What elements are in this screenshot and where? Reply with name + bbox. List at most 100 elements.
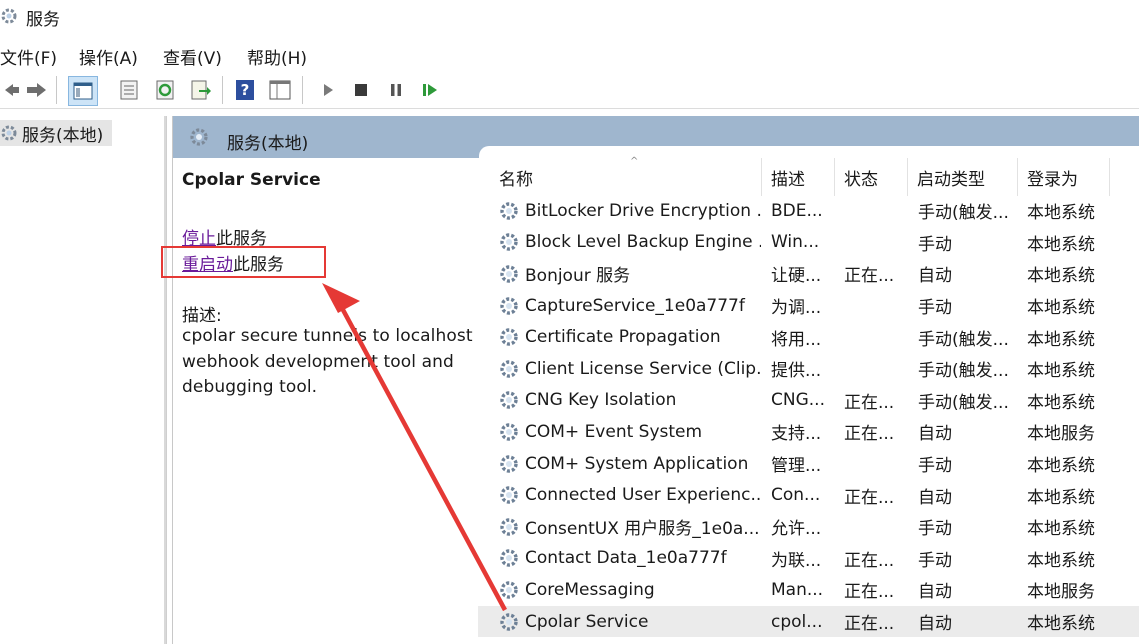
service-gear-icon — [496, 353, 522, 385]
service-name: COM+ Event System — [525, 421, 703, 442]
service-logon: 本地服务 — [1027, 424, 1095, 445]
service-description: 为联... — [771, 550, 822, 571]
service-status — [844, 353, 908, 385]
toolbar: ? — [0, 72, 1139, 109]
service-startup-type: 自动 — [918, 487, 952, 508]
service-status: 正在... — [844, 266, 895, 287]
service-name: CaptureService_1e0a777f — [525, 295, 745, 316]
table-row[interactable]: ConsentUX 用户服务_1e0a... 允许... 手动 本地系统 — [478, 511, 1139, 543]
pause-icon[interactable] — [384, 78, 408, 102]
service-startup-type: 自动 — [918, 424, 952, 445]
service-name: COM+ System Application — [525, 453, 749, 474]
service-status: 正在... — [844, 614, 895, 635]
service-name: Cpolar Service — [525, 611, 649, 632]
service-startup-type: 手动 — [918, 550, 952, 571]
service-logon: 本地系统 — [1027, 614, 1095, 635]
menu-action[interactable]: 操作(A) — [79, 44, 138, 69]
service-name: CNG Key Isolation — [525, 390, 677, 411]
service-gear-icon — [496, 227, 522, 259]
column-header-label: 描述 — [771, 169, 805, 190]
service-description: 让硬... — [771, 266, 822, 287]
column-header-description[interactable]: 描述 — [762, 158, 835, 196]
service-status: 正在... — [844, 550, 895, 571]
toolbar-separator — [56, 76, 57, 104]
table-row[interactable]: Block Level Backup Engine ... Win... 手动 本地系… — [478, 227, 1139, 259]
menu-view[interactable]: 查看(V) — [163, 44, 222, 69]
service-startup-type: 手动(触发... — [918, 329, 1009, 350]
services-gear-icon — [189, 126, 213, 152]
services-gear-icon — [0, 6, 20, 26]
service-logon: 本地系统 — [1027, 266, 1095, 287]
service-startup-type: 手动 — [918, 234, 952, 255]
service-description: BDE... — [771, 200, 823, 221]
service-logon: 本地系统 — [1027, 298, 1095, 319]
service-status — [844, 321, 908, 353]
console-tree: 服务(本地) — [0, 116, 166, 644]
column-header-name[interactable]: ^ 名称 — [490, 156, 762, 196]
back-icon[interactable] — [0, 78, 24, 102]
description-label: 描述: — [182, 306, 222, 326]
table-row[interactable]: Bonjour 服务 让硬... 正在... 自动 本地系统 — [478, 258, 1139, 290]
service-status — [844, 511, 908, 543]
table-row[interactable]: Certificate Propagation 将用... 手动(触发... 本地系统 — [478, 321, 1139, 353]
tree-item-services-local[interactable]: 服务(本地) — [0, 120, 112, 146]
service-name: Bonjour 服务 — [525, 266, 631, 287]
export-icon[interactable] — [189, 78, 213, 102]
help-icon[interactable]: ? — [233, 78, 257, 102]
stop-icon[interactable] — [349, 78, 373, 102]
service-logon: 本地系统 — [1027, 203, 1095, 224]
service-startup-type: 手动 — [918, 456, 952, 477]
toolbar-separator — [302, 76, 303, 104]
table-row[interactable]: COM+ System Application 管理... 手动 本地系统 — [478, 448, 1139, 480]
table-row[interactable]: CoreMessaging Man... 正在... 自动 本地服务 — [478, 574, 1139, 606]
service-startup-type: 手动 — [918, 519, 952, 540]
restart-icon[interactable] — [419, 78, 443, 102]
service-description: cpol... — [771, 611, 823, 632]
service-gear-icon — [496, 385, 522, 417]
table-row[interactable]: Contact Data_1e0a777f 为联... 正在... 手动 本地系统 — [478, 543, 1139, 575]
menu-help[interactable]: 帮助(H) — [247, 44, 307, 69]
service-logon: 本地系统 — [1027, 234, 1095, 255]
description-text: cpolar secure tunnels to localhost webho… — [182, 326, 473, 397]
table-row[interactable]: BitLocker Drive Encryption ... BDE... 手动(触… — [478, 195, 1139, 227]
service-logon: 本地系统 — [1027, 392, 1095, 413]
services-table: ^ 名称 描述 状态 启动类型 登录为 BitLocker Drive Encry… — [478, 156, 1139, 644]
service-description: 为调... — [771, 298, 822, 319]
sort-ascending-icon: ^ — [630, 156, 639, 167]
table-row[interactable]: COM+ Event System 支持... 正在... 自动 本地服务 — [478, 416, 1139, 448]
column-header-label: 启动类型 — [917, 169, 985, 190]
refresh-icon[interactable] — [153, 78, 177, 102]
service-startup-type: 手动(触发... — [918, 361, 1009, 382]
column-header-startup-type[interactable]: 启动类型 — [908, 158, 1018, 196]
service-logon: 本地系统 — [1027, 329, 1095, 350]
window-title: 服务 — [26, 10, 60, 30]
service-status: 正在... — [844, 424, 895, 445]
service-description: 支持... — [771, 424, 822, 445]
properties-icon[interactable] — [117, 78, 141, 102]
service-gear-icon — [496, 543, 522, 575]
table-row[interactable]: Cpolar Service cpol... 正在... 自动 本地系统 — [478, 605, 1139, 638]
view-icon[interactable] — [268, 78, 292, 102]
forward-icon[interactable] — [24, 78, 48, 102]
start-icon[interactable] — [316, 78, 340, 102]
service-description: Man... — [771, 579, 824, 600]
console-tree-icon[interactable] — [68, 76, 98, 106]
table-row[interactable]: CNG Key Isolation CNG... 正在... 手动(触发... 本地系统 — [478, 385, 1139, 417]
table-row[interactable]: Client License Service (Clip... 提供... 手动(触… — [478, 353, 1139, 385]
service-description: CNG... — [771, 390, 825, 411]
service-description: 管理... — [771, 456, 822, 477]
service-status: 正在... — [844, 582, 895, 603]
table-row[interactable]: CaptureService_1e0a777f 为调... 手动 本地系统 — [478, 290, 1139, 322]
column-header-logon[interactable]: 登录为 — [1018, 158, 1110, 196]
service-status — [844, 448, 908, 480]
menu-file[interactable]: 文件(F) — [0, 44, 57, 69]
menu-bar: 文件(F) 操作(A) 查看(V) 帮助(H) — [0, 38, 1139, 72]
service-name: Connected User Experienc... — [525, 485, 761, 506]
selected-service-name: Cpolar Service — [182, 170, 321, 190]
service-startup-type: 自动 — [918, 614, 952, 635]
service-startup-type: 自动 — [918, 582, 952, 603]
table-row[interactable]: Connected User Experienc... Con... 正在... 自动… — [478, 479, 1139, 511]
service-status: 正在... — [844, 487, 895, 508]
column-header-status[interactable]: 状态 — [835, 158, 908, 196]
service-gear-icon — [496, 511, 522, 543]
